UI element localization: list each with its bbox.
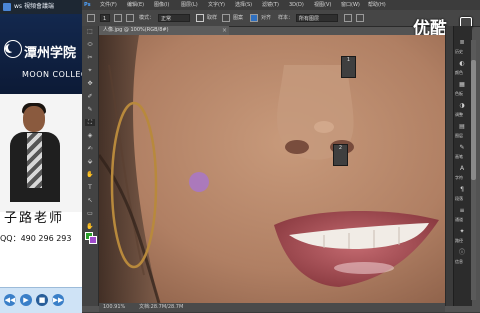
player-title: ws 視頻會議端: [0, 0, 82, 14]
shape-tool-icon[interactable]: ▭: [85, 210, 95, 217]
aligned-checkbox[interactable]: [250, 14, 258, 22]
menu-file[interactable]: 文件(F): [100, 0, 117, 10]
pattern-radio[interactable]: [222, 14, 230, 22]
ignore-adjustment-icon[interactable]: [344, 14, 352, 22]
channels-icon[interactable]: ≡: [454, 204, 470, 218]
clone-source-icon[interactable]: [126, 14, 134, 22]
image-canvas[interactable]: [99, 35, 445, 303]
lasso-tool-icon[interactable]: ⬭: [85, 41, 95, 48]
menu-help[interactable]: 帮助(H): [368, 0, 386, 10]
healing-brush-tool-icon[interactable]: ✐: [85, 93, 95, 100]
dock-item-label: 调整: [455, 112, 463, 117]
tools-panel: ⬚ ⬭ ✂ ⌖ ✥ ✐ ✎ ⛶ ◈ ✍ ⬙ ✋ T ↖ ▭ ✋ 🔍: [82, 26, 99, 306]
adjust-icon[interactable]: ◑: [454, 99, 470, 113]
dock-item-label: 通道: [455, 217, 463, 222]
swatches-icon[interactable]: ▦: [454, 78, 470, 92]
menu-view[interactable]: 视图(V): [314, 0, 331, 10]
stop-button[interactable]: ■: [36, 294, 48, 306]
status-bar: 100.91% 文档:28.7M/28.7M: [99, 303, 445, 312]
history-brush-tool-icon[interactable]: ◈: [85, 132, 95, 139]
sampled-radio[interactable]: [196, 14, 204, 22]
ps-logo: Ps: [84, 2, 91, 8]
dock-item-label: 历史: [455, 49, 463, 54]
gradient-tool-icon[interactable]: ⬙: [85, 158, 95, 165]
mode-select[interactable]: 正常: [158, 14, 190, 22]
play-button[interactable]: ▶: [20, 294, 32, 306]
sampled-label: 取样: [207, 15, 218, 21]
brush-size-field[interactable]: 1: [100, 14, 110, 22]
crop-tool-icon[interactable]: ✂: [85, 54, 95, 61]
mode-label: 模式：: [139, 15, 155, 21]
dock-item-label: 画笔: [455, 154, 463, 159]
portrait-photo: [99, 35, 445, 303]
left-nostril: [285, 140, 309, 154]
menu-image[interactable]: 图像(I): [154, 0, 169, 10]
pattern-label: 图案: [233, 15, 244, 21]
layers-icon[interactable]: ▤: [454, 120, 470, 134]
school-name: 潭州学院: [24, 46, 77, 61]
character-icon[interactable]: A: [454, 162, 470, 176]
hand-tool-icon[interactable]: ✋: [85, 223, 95, 230]
dock-item-label: 图层: [455, 133, 463, 138]
clone-stamp-tool-icon[interactable]: [87, 14, 95, 22]
paragraph-icon[interactable]: ¶: [454, 183, 470, 197]
brush-settings-icon[interactable]: [114, 14, 122, 22]
rewind-button[interactable]: ◀◀: [4, 294, 16, 306]
eraser-tool-icon[interactable]: ✍: [85, 145, 95, 152]
teacher-scarf: [27, 133, 42, 188]
menu-select[interactable]: 选择(S): [235, 0, 252, 10]
menu-window[interactable]: 窗口(W): [341, 0, 360, 10]
color-icon[interactable]: ◐: [454, 57, 470, 71]
background-color-swatch[interactable]: [89, 236, 97, 244]
popup-value: 1: [346, 57, 351, 63]
menu-layer[interactable]: 图层(L): [181, 0, 198, 10]
scrollbar-thumb[interactable]: [471, 60, 476, 180]
document-size: 文档:28.7M/28.7M: [139, 304, 184, 310]
teacher-name: 子路老师: [4, 211, 65, 226]
clone-overlay-popup: 1: [341, 56, 356, 78]
dock-item-label: 信息: [455, 259, 463, 264]
marquee-tool-icon[interactable]: ⬚: [85, 28, 95, 35]
pressure-icon[interactable]: [356, 14, 364, 22]
history-icon[interactable]: ≣: [454, 36, 470, 50]
menu-filter[interactable]: 滤镜(T): [262, 0, 279, 10]
menu-edit[interactable]: 编辑(E): [127, 0, 144, 10]
move-tool-icon[interactable]: ✥: [85, 80, 95, 87]
eyedropper-tool-icon[interactable]: ⌖: [85, 67, 95, 74]
clone-stamp-tool-icon[interactable]: ⛶: [85, 119, 95, 126]
close-icon[interactable]: ×: [222, 26, 227, 35]
menu-3d[interactable]: 3D(D): [289, 0, 304, 10]
brush-tool-icon[interactable]: ✎: [85, 106, 95, 113]
fast-forward-button[interactable]: ▶▶: [52, 294, 64, 306]
type-tool-icon[interactable]: T: [85, 184, 95, 191]
dodge-tool-icon[interactable]: ✋: [85, 171, 95, 178]
clone-source-marker: [189, 172, 209, 192]
brush-icon[interactable]: ✎: [454, 141, 470, 155]
player-app-icon: [3, 3, 11, 11]
dock-item-label: 颜色: [455, 70, 463, 75]
zoom-readout[interactable]: 100.91%: [103, 303, 125, 312]
teacher-face: [23, 106, 45, 132]
crescent-moon-icon: [8, 43, 17, 52]
path-selection-tool-icon[interactable]: ↖: [85, 197, 95, 204]
aligned-label: 对齐: [261, 15, 272, 21]
clone-overlay-popup: 2: [333, 144, 348, 166]
document-tab[interactable]: 人像.jpg @ 100%(RGB/8#): [99, 26, 229, 35]
popup-value: 2: [338, 145, 343, 151]
paths-icon[interactable]: ✦: [454, 225, 470, 239]
dock-item-label: 字符: [455, 175, 463, 180]
sample-select[interactable]: 所有图层: [296, 14, 338, 22]
dock-item-label: 路径: [455, 238, 463, 243]
dock-item-label: 段落: [455, 196, 463, 201]
player-controls: ◀◀ ▶ ■ ▶▶: [0, 287, 82, 313]
dock-item-label: 色板: [455, 91, 463, 96]
teacher-qq: QQ：490 296 293: [0, 234, 72, 243]
menu-type[interactable]: 文字(Y): [208, 0, 225, 10]
info-icon[interactable]: ⓘ: [454, 246, 470, 260]
sample-label: 样本：: [278, 15, 294, 21]
menu-bar: Ps 文件(F) 编辑(E) 图像(I) 图层(L) 文字(Y) 选择(S) 滤…: [82, 0, 480, 10]
